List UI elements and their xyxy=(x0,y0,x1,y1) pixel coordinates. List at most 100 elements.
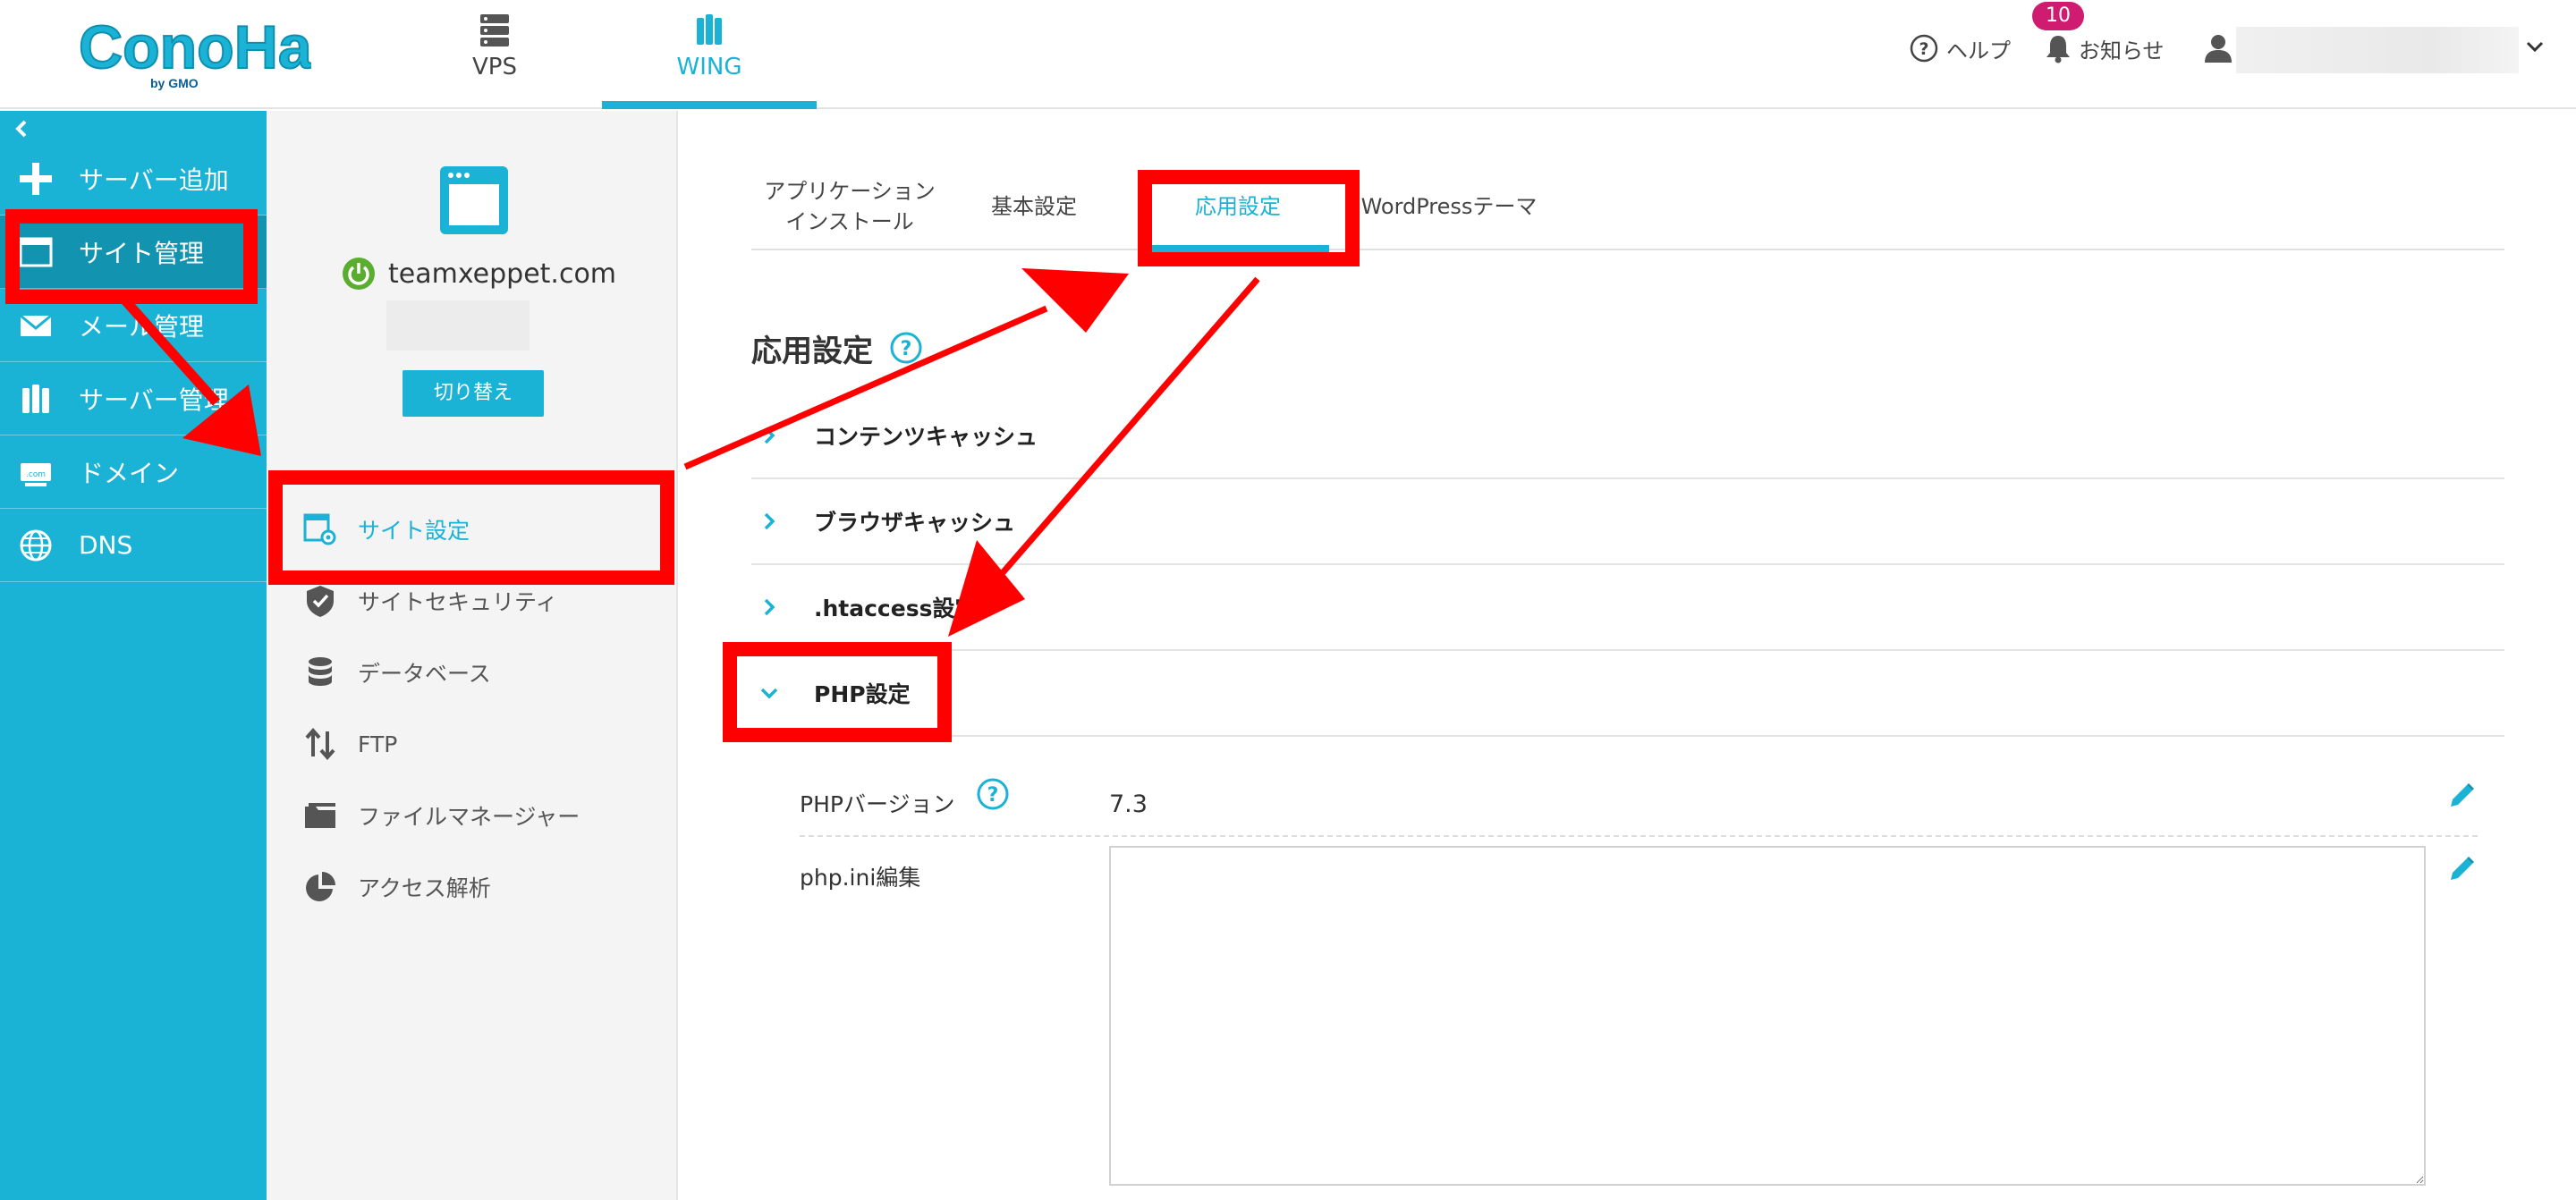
news-badge: 10 xyxy=(2032,2,2084,30)
main-sidebar: サーバー追加 サイト管理 メール管理 サーバー管理 .com ドメイン DNS xyxy=(0,111,267,1200)
sidebar-item-domain[interactable]: .com ドメイン xyxy=(0,435,267,509)
help-link[interactable]: ? ヘルプ xyxy=(1909,32,2011,64)
pie-chart-icon xyxy=(306,872,335,901)
tab-wordpress-theme[interactable]: WordPressテーマ xyxy=(1351,165,1547,250)
accordion-label: コンテンツキャッシュ xyxy=(814,424,1038,450)
conoha-logo-icon: ConoHa by GMO xyxy=(78,13,314,90)
bell-icon xyxy=(2046,36,2070,63)
svg-text:.com: .com xyxy=(26,470,46,479)
accordion-htaccess[interactable]: .htaccess設定 xyxy=(751,565,2504,651)
server-icon xyxy=(22,384,49,413)
database-icon xyxy=(309,657,332,686)
php-version-label: PHPバージョン xyxy=(800,791,955,817)
sidebar-item-label: ドメイン xyxy=(79,458,180,488)
tab-app-install-line1: アプリケーション xyxy=(764,179,936,205)
sidebar-item-add-server[interactable]: サーバー追加 xyxy=(0,142,267,215)
mail-icon xyxy=(20,314,52,336)
sidebar-item-label: DNS xyxy=(79,530,133,560)
site-sub-info xyxy=(386,300,530,351)
site-menu-ftp[interactable]: FTP xyxy=(267,708,678,780)
globe-icon xyxy=(20,529,52,561)
sidebar-item-label: メール管理 xyxy=(79,311,205,342)
site-menu-label: サイト設定 xyxy=(358,518,470,544)
php-version-value: 7.3 xyxy=(1109,790,1148,818)
site-menu-file-manager[interactable]: ファイルマネージャー xyxy=(267,780,678,851)
plus-icon xyxy=(20,162,52,195)
help-label: ヘルプ xyxy=(1946,38,2011,63)
php-ini-editor[interactable] xyxy=(1109,846,2426,1186)
section-title: 応用設定 ? xyxy=(751,325,923,370)
tab-basic-settings[interactable]: 基本設定 xyxy=(962,165,1106,250)
user-account-menu[interactable] xyxy=(2236,27,2519,73)
section-title-text: 応用設定 xyxy=(751,333,873,369)
power-status-icon xyxy=(343,258,375,290)
edit-pencil-icon[interactable] xyxy=(2445,853,2478,885)
site-menu-label: サイトセキュリティ xyxy=(358,589,558,615)
site-name: teamxeppet.com xyxy=(388,258,617,290)
chevron-right-icon xyxy=(764,598,775,616)
site-panel: teamxeppet.com 切り替え サイト設定 サイトセキュリティ データベ… xyxy=(267,111,678,1200)
row-divider xyxy=(800,835,2478,837)
site-menu-site-settings[interactable]: サイト設定 xyxy=(267,494,678,565)
php-ini-label: php.ini編集 xyxy=(800,865,921,891)
svg-text:?: ? xyxy=(901,338,912,360)
help-icon: ? xyxy=(1910,34,1938,63)
topnav-wing[interactable]: WING xyxy=(602,0,817,109)
svg-text:?: ? xyxy=(987,784,999,807)
site-menu-label: ファイルマネージャー xyxy=(358,804,580,830)
site-menu-label: データベース xyxy=(358,661,491,687)
server-stack-icon xyxy=(480,14,509,46)
site-menu-access-analytics[interactable]: アクセス解析 xyxy=(267,851,678,923)
shield-icon xyxy=(307,586,334,617)
wing-server-icon xyxy=(697,14,722,45)
svg-text:by GMO: by GMO xyxy=(150,76,199,90)
sidebar-item-server-management[interactable]: サーバー管理 xyxy=(0,362,267,435)
settings-tabs: アプリケーション インストール 基本設定 応用設定 WordPressテーマ xyxy=(751,165,2504,252)
tab-app-install[interactable]: アプリケーション インストール xyxy=(751,165,948,250)
news-label: お知らせ xyxy=(2079,38,2165,63)
topnav-wing-label: WING xyxy=(676,54,742,80)
topnav-vps[interactable]: VPS xyxy=(387,0,602,109)
folder-icon xyxy=(305,803,335,828)
site-name-row: teamxeppet.com xyxy=(342,254,616,293)
accordion-browser-cache[interactable]: ブラウザキャッシュ xyxy=(751,479,2504,565)
accordion-label: ブラウザキャッシュ xyxy=(814,510,1016,536)
switch-site-button[interactable]: 切り替え xyxy=(402,370,544,417)
tab-app-install-line2: インストール xyxy=(785,209,914,234)
svg-text:ConoHa: ConoHa xyxy=(79,13,311,81)
accordion-label: .htaccess設定 xyxy=(814,596,978,621)
chevron-right-icon xyxy=(764,427,775,444)
accordion-php-settings[interactable]: PHP設定 xyxy=(751,651,2504,737)
chevron-down-icon[interactable] xyxy=(2524,36,2546,57)
site-menu-database[interactable]: データベース xyxy=(267,637,678,708)
sidebar-item-label: サイト管理 xyxy=(79,238,205,268)
conoha-control-panel: ConoHa by GMO VPS WING ? ヘルプ 10 お知らせ サーバ… xyxy=(0,0,2576,1200)
help-circle-icon[interactable]: ? xyxy=(889,331,923,365)
accordion-label: PHP設定 xyxy=(814,681,911,707)
collapse-sidebar-icon[interactable] xyxy=(11,116,30,141)
sidebar-item-dns[interactable]: DNS xyxy=(0,509,267,582)
conoha-logo[interactable]: ConoHa by GMO xyxy=(78,13,314,93)
tab-advanced-settings[interactable]: 応用設定 xyxy=(1147,165,1329,252)
sidebar-item-site-management[interactable]: サイト管理 xyxy=(0,215,267,289)
window-icon xyxy=(19,237,53,266)
domain-icon: .com xyxy=(21,462,51,486)
site-menu-label: FTP xyxy=(358,731,398,757)
topnav-vps-label: VPS xyxy=(472,54,517,80)
sidebar-item-mail-management[interactable]: メール管理 xyxy=(0,289,267,362)
site-menu-site-security[interactable]: サイトセキュリティ xyxy=(267,565,678,637)
active-nav-underline xyxy=(602,101,817,109)
top-header: ConoHa by GMO VPS WING ? ヘルプ 10 お知らせ xyxy=(0,0,2576,109)
news-link[interactable]: お知らせ xyxy=(2045,32,2165,64)
chevron-right-icon xyxy=(764,512,775,530)
help-circle-icon[interactable]: ? xyxy=(975,776,1011,812)
site-menu-label: アクセス解析 xyxy=(358,875,491,901)
accordion-content-cache[interactable]: コンテンツキャッシュ xyxy=(751,393,2504,479)
sidebar-item-label: サーバー管理 xyxy=(79,385,229,415)
edit-pencil-icon[interactable] xyxy=(2445,780,2478,812)
sidebar-item-label: サーバー追加 xyxy=(79,165,229,195)
user-icon[interactable] xyxy=(2202,32,2234,64)
site-settings-icon xyxy=(303,513,336,545)
site-window-icon xyxy=(440,166,508,234)
transfer-arrows-icon xyxy=(305,727,335,761)
